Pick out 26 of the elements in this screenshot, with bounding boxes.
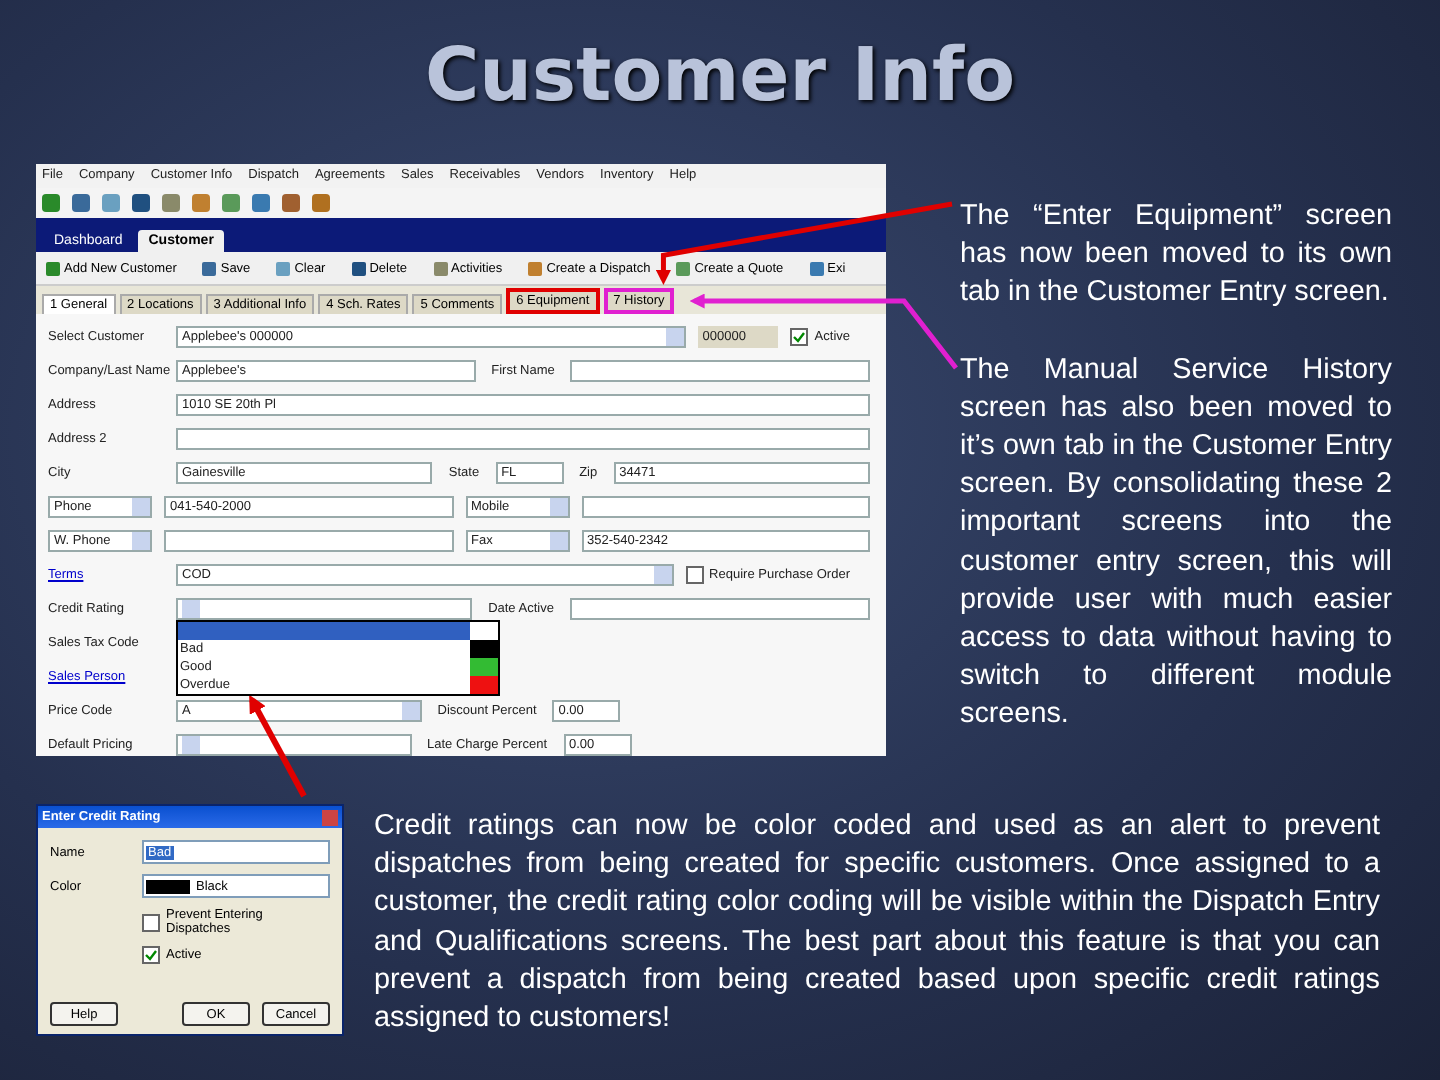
dropdown[interactable]	[176, 598, 473, 621]
input-field[interactable]	[581, 496, 870, 519]
checkmark-icon	[792, 330, 807, 345]
checkbox[interactable]	[790, 328, 809, 347]
checkbox[interactable]	[142, 946, 160, 964]
checkbox[interactable]	[142, 913, 160, 931]
input-field[interactable]	[569, 598, 871, 621]
note-text: Credit ratings can now be color coded and used as an alert to prevent dispatches from being created for specific customers. Once assigned to a customer, the credit rating color coding will be visible within the Dispatch Entry and Qualifications screens. The best part about this feature is that you can prevent a dispatch from being created based upon specific credit ratings assigned to customers!	[374, 808, 1380, 1039]
toolbar-icon	[676, 261, 691, 276]
toolbar-icon	[276, 261, 291, 276]
input-field[interactable]	[570, 360, 870, 383]
toolbar-icon	[46, 261, 60, 276]
toolbar-icon	[202, 261, 217, 276]
note-text: The Manual Service History screen has also been moved to it’s own tab in the Customer Entry screen. By consolidating these 2 important screens into the customer entry screen, this will provide user with much easier access to data without having to switch to different module screens.	[960, 351, 1392, 735]
input-field[interactable]	[176, 428, 870, 451]
note-text: The “Enter Equipment” screen has now been moved to its own tab in the Customer Entry screen.	[960, 198, 1392, 313]
toolbar-icon	[351, 261, 366, 276]
dropdown-option[interactable]	[178, 622, 498, 641]
toolbar-icon	[433, 261, 448, 276]
input-field[interactable]	[164, 530, 453, 553]
slide-title: Customer Info	[422, 30, 1018, 122]
pointer-arrow	[249, 694, 307, 798]
toolbar-icon	[528, 261, 543, 276]
checkmark-icon	[144, 948, 158, 962]
toolbar-icon	[809, 261, 824, 276]
checkbox[interactable]	[685, 566, 704, 585]
